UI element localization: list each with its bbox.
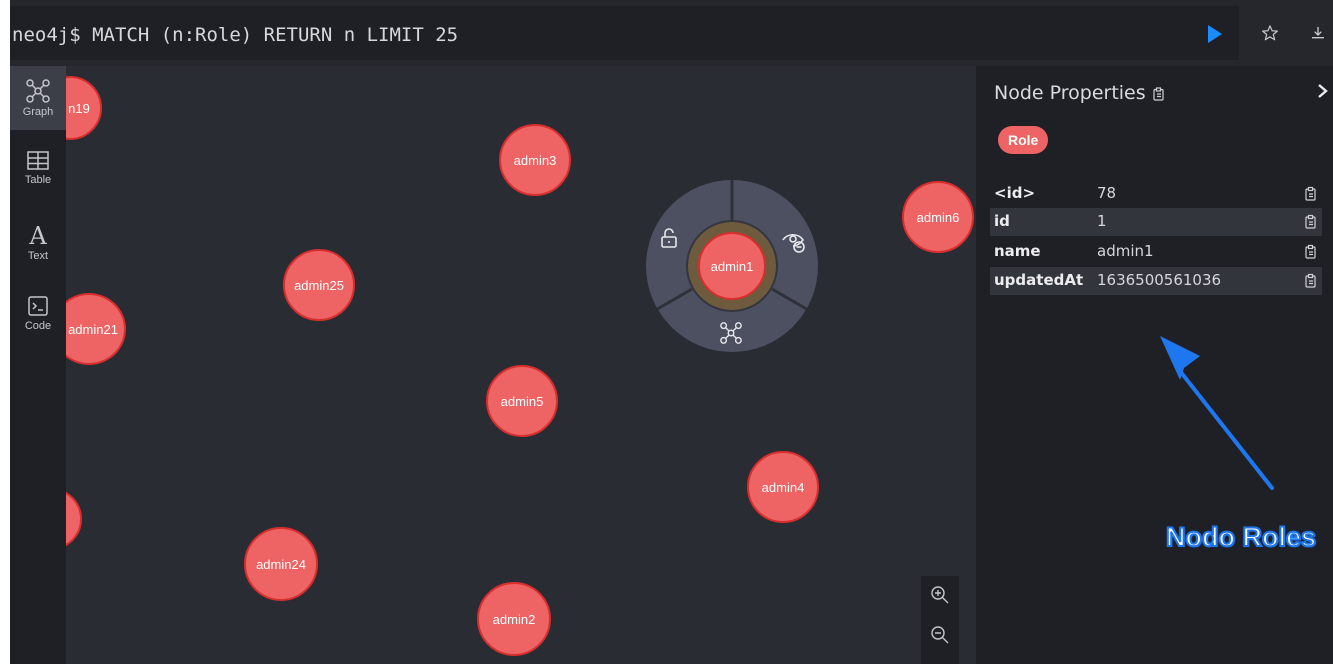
graph-node[interactable]: admin24 bbox=[244, 527, 318, 601]
play-icon bbox=[1208, 25, 1222, 43]
graph-node[interactable]: admin5 bbox=[486, 365, 558, 437]
zoom-out-button[interactable] bbox=[929, 624, 951, 646]
annotation-label: Nodo Roles bbox=[1165, 521, 1317, 553]
graph-node-selected[interactable]: admin1 bbox=[698, 232, 766, 300]
graph-node[interactable]: admin6 bbox=[902, 181, 974, 253]
graph-node[interactable]: n19 bbox=[66, 76, 102, 140]
query-bar: neo4j$ MATCH (n:Role) RETURN n LIMIT 25 bbox=[10, 0, 1333, 66]
graph-node[interactable]: admin2 bbox=[477, 582, 551, 656]
text-icon: A bbox=[28, 222, 47, 248]
property-value: 78 bbox=[1097, 184, 1117, 202]
node-label: admin4 bbox=[761, 479, 805, 495]
tab-code-label: Code bbox=[24, 320, 52, 332]
zoom-in-icon bbox=[931, 586, 949, 604]
svg-text:A: A bbox=[28, 222, 47, 248]
chevron-right-icon bbox=[1318, 84, 1328, 98]
tab-table-label: Table bbox=[24, 174, 52, 186]
graph-node[interactable]: admin4 bbox=[747, 451, 819, 523]
hide-icon[interactable] bbox=[781, 228, 807, 254]
property-row: id 1 bbox=[990, 208, 1322, 236]
annotation-arrow bbox=[1160, 336, 1274, 490]
node-label: admin3 bbox=[513, 152, 557, 168]
download-icon bbox=[1312, 27, 1324, 39]
expand-graph-icon[interactable] bbox=[719, 321, 743, 345]
tab-text-label: Text bbox=[27, 250, 49, 262]
node-label: admin5 bbox=[500, 393, 544, 409]
property-key: id bbox=[994, 212, 1010, 230]
tab-text[interactable]: A Text bbox=[10, 210, 66, 274]
tab-graph[interactable]: Graph bbox=[10, 66, 66, 130]
panel-title-text: Node Properties bbox=[994, 82, 1146, 104]
view-sidebar: Graph Table A Text Code bbox=[10, 66, 66, 664]
graph-icon bbox=[26, 79, 50, 103]
node-label: admin2 bbox=[492, 611, 536, 627]
run-button[interactable] bbox=[1205, 22, 1225, 46]
copy-icon[interactable] bbox=[1304, 273, 1318, 289]
property-key: name bbox=[994, 242, 1041, 260]
property-key: <id> bbox=[994, 184, 1036, 202]
zoom-controls bbox=[921, 576, 959, 664]
copy-icon[interactable] bbox=[1304, 244, 1318, 260]
tab-code[interactable]: Code bbox=[10, 282, 66, 346]
property-key: updatedAt bbox=[994, 271, 1084, 289]
graph-node[interactable] bbox=[66, 488, 82, 550]
panel-title: Node Properties bbox=[994, 82, 1166, 104]
graph-node[interactable]: admin3 bbox=[499, 124, 571, 196]
node-label: n19 bbox=[68, 100, 90, 116]
tab-table[interactable]: Table bbox=[10, 138, 66, 202]
star-icon bbox=[1262, 25, 1278, 41]
node-label: admin25 bbox=[294, 277, 344, 293]
copy-icon[interactable] bbox=[1304, 214, 1318, 230]
node-label: admin24 bbox=[256, 556, 306, 572]
clipboard-icon[interactable] bbox=[1152, 86, 1166, 101]
graph-node[interactable]: admin21 bbox=[66, 293, 126, 365]
property-value: 1 bbox=[1097, 212, 1107, 230]
copy-icon[interactable] bbox=[1304, 186, 1318, 202]
node-properties-panel: Node Properties Role <id> 78 id 1 name a… bbox=[976, 66, 1333, 664]
table-icon bbox=[27, 151, 49, 170]
neo4j-browser: neo4j$ MATCH (n:Role) RETURN n LIMIT 25 … bbox=[10, 0, 1333, 664]
favorite-button[interactable] bbox=[1255, 18, 1285, 48]
property-row: name admin1 bbox=[990, 238, 1322, 266]
node-label: admin21 bbox=[68, 321, 118, 337]
graph-node[interactable]: admin25 bbox=[283, 249, 355, 321]
graph-canvas[interactable]: n19 admin3 admin6 admin25 admin21 admin1… bbox=[66, 66, 975, 664]
node-label: admin6 bbox=[916, 209, 960, 225]
collapse-panel-button[interactable] bbox=[1316, 80, 1330, 104]
zoom-in-button[interactable] bbox=[929, 584, 951, 606]
unlock-icon[interactable] bbox=[657, 226, 681, 250]
label-badge-role[interactable]: Role bbox=[998, 126, 1049, 154]
property-value: admin1 bbox=[1097, 242, 1154, 260]
download-button[interactable] bbox=[1303, 18, 1333, 48]
node-label: admin1 bbox=[710, 258, 754, 274]
property-value: 1636500561036 bbox=[1097, 271, 1222, 289]
property-row: <id> 78 bbox=[990, 180, 1322, 208]
query-editor[interactable]: neo4j$ MATCH (n:Role) RETURN n LIMIT 25 bbox=[10, 6, 1239, 60]
zoom-out-icon bbox=[931, 626, 949, 644]
query-text[interactable]: neo4j$ MATCH (n:Role) RETURN n LIMIT 25 bbox=[12, 24, 458, 46]
tab-graph-label: Graph bbox=[22, 106, 54, 118]
property-row: updatedAt 1636500561036 bbox=[990, 267, 1322, 295]
code-icon bbox=[28, 296, 48, 316]
